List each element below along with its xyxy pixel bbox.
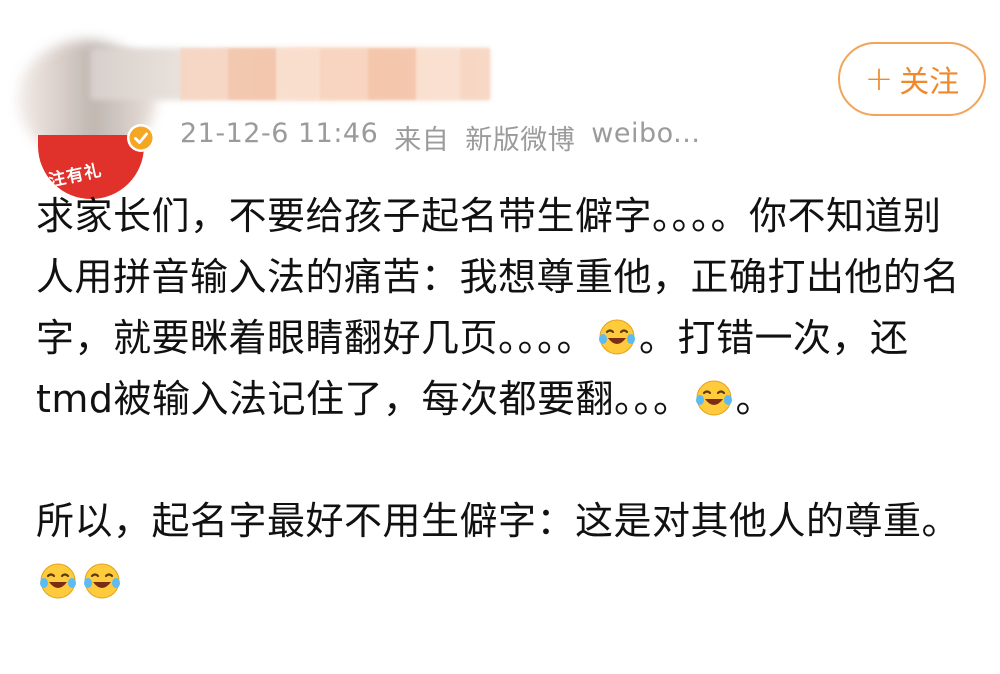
post-timestamp: 21-12-6 11:46	[180, 118, 379, 149]
post-meta: 21-12-6 11:46 来自 新版微博 weibo...	[180, 118, 700, 157]
verified-icon	[127, 124, 155, 152]
follow-label: 关注	[899, 65, 960, 100]
laugh-cry-emoji-icon	[599, 319, 636, 355]
post-body: 求家长们，不要给孩子起名带生僻字。。。。你不知道别人用拼音输入法的痛苦：我想尊重…	[36, 186, 976, 613]
weibo-post: 注有礼 21-12-6 11:46 来自 新版微博 weibo... + 关注 …	[0, 0, 1000, 674]
source-prefix: 来自	[394, 125, 450, 156]
paragraph-1-text-c: 。	[735, 377, 775, 421]
source-app[interactable]: 新版微博	[465, 118, 575, 157]
laugh-cry-emoji-icon	[695, 380, 732, 416]
post-paragraph-2: 所以，起名字最好不用生僻字：这是对其他人的尊重。	[36, 491, 976, 613]
laugh-cry-emoji-icon	[84, 563, 120, 599]
source-more[interactable]: weibo...	[591, 118, 700, 157]
plus-icon: +	[864, 59, 894, 99]
follow-button[interactable]: + 关注	[838, 42, 986, 116]
post-paragraph-1: 求家长们，不要给孩子起名带生僻字。。。。你不知道别人用拼音输入法的痛苦：我想尊重…	[36, 186, 976, 430]
username-obscured-strip	[180, 48, 490, 100]
laugh-cry-emoji-icon	[40, 563, 76, 599]
paragraph-2-text: 所以，起名字最好不用生僻字：这是对其他人的尊重。	[36, 499, 961, 543]
